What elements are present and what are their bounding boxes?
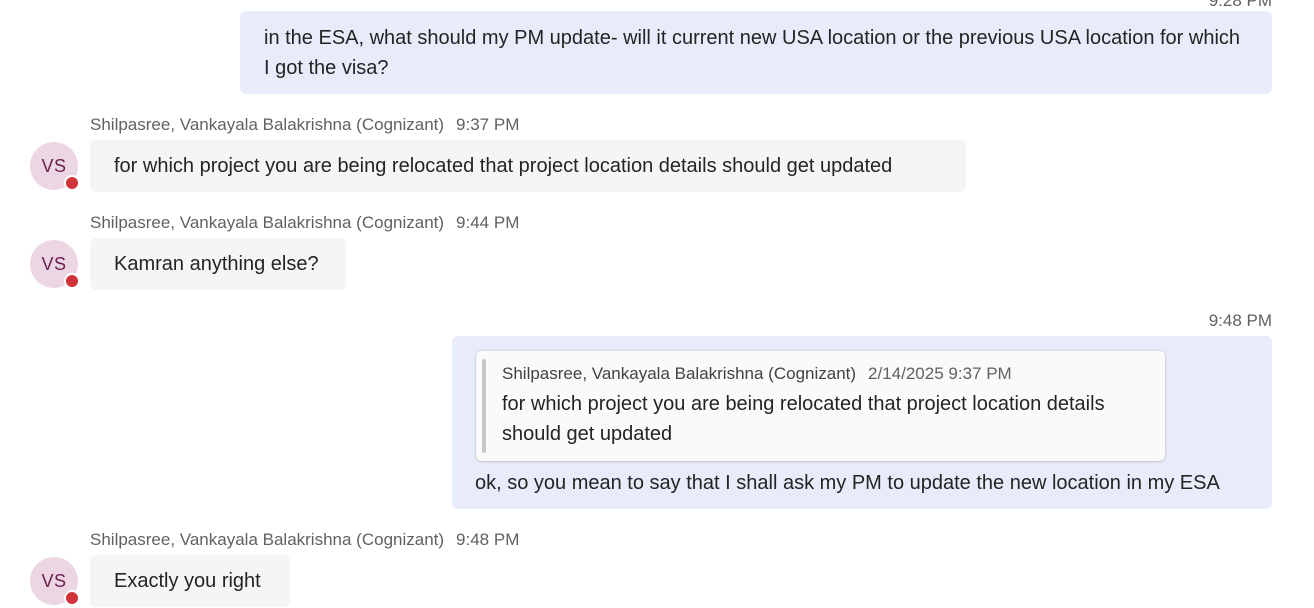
- quote-header: Shilpasree, Vankayala Balakrishna (Cogni…: [502, 364, 1012, 384]
- message-header: Shilpasree, Vankayala Balakrishna (Cogni…: [90, 115, 519, 135]
- avatar[interactable]: VS: [30, 142, 80, 191]
- sender-name: Shilpasree, Vankayala Balakrishna (Cogni…: [90, 530, 445, 549]
- message-timestamp: 9:44 PM: [456, 213, 520, 232]
- message-text: Exactly you right: [114, 570, 261, 592]
- avatar[interactable]: VS: [30, 557, 80, 606]
- sender-name: Shilpasree, Vankayala Balakrishna (Cogni…: [90, 115, 445, 134]
- incoming-message-bubble[interactable]: Exactly you right: [90, 555, 290, 607]
- outgoing-message-bubble[interactable]: in the ESA, what should my PM update- wi…: [240, 11, 1272, 94]
- presence-busy-icon: [64, 175, 80, 191]
- message-header: Shilpasree, Vankayala Balakrishna (Cogni…: [90, 213, 519, 233]
- quote-text: for which project you are being relocate…: [502, 393, 1105, 445]
- avatar-initials: VS: [41, 571, 67, 591]
- message-timestamp: 9:48 PM: [1208, 311, 1272, 330]
- message-text: in the ESA, what should my PM update- wi…: [264, 27, 1241, 79]
- presence-busy-icon: [64, 590, 80, 606]
- message-text: ok, so you mean to say that I shall ask …: [475, 472, 1220, 494]
- incoming-message-bubble[interactable]: Kamran anything else?: [90, 238, 346, 290]
- message-text: Kamran anything else?: [114, 253, 319, 275]
- quote-sender-name: Shilpasree, Vankayala Balakrishna (Cogni…: [502, 364, 857, 383]
- message-header: Shilpasree, Vankayala Balakrishna (Cogni…: [90, 530, 519, 550]
- avatar-initials: VS: [41, 156, 67, 176]
- quote-timestamp: 2/14/2025 9:37 PM: [868, 364, 1012, 383]
- sender-name: Shilpasree, Vankayala Balakrishna (Cogni…: [90, 213, 445, 232]
- avatar-initials: VS: [41, 254, 67, 274]
- presence-busy-icon: [64, 273, 80, 289]
- outgoing-message-bubble[interactable]: Shilpasree, Vankayala Balakrishna (Cogni…: [452, 336, 1272, 509]
- message-timestamp: 9:28 PM: [1208, 0, 1272, 10]
- quote-accent-bar: [482, 359, 486, 453]
- incoming-message-bubble[interactable]: for which project you are being relocate…: [90, 140, 966, 192]
- message-timestamp: 9:48 PM: [456, 530, 520, 549]
- message-text: for which project you are being relocate…: [114, 155, 893, 177]
- avatar[interactable]: VS: [30, 240, 80, 289]
- quoted-reply-card[interactable]: Shilpasree, Vankayala Balakrishna (Cogni…: [476, 351, 1165, 461]
- message-timestamp: 9:37 PM: [456, 115, 520, 134]
